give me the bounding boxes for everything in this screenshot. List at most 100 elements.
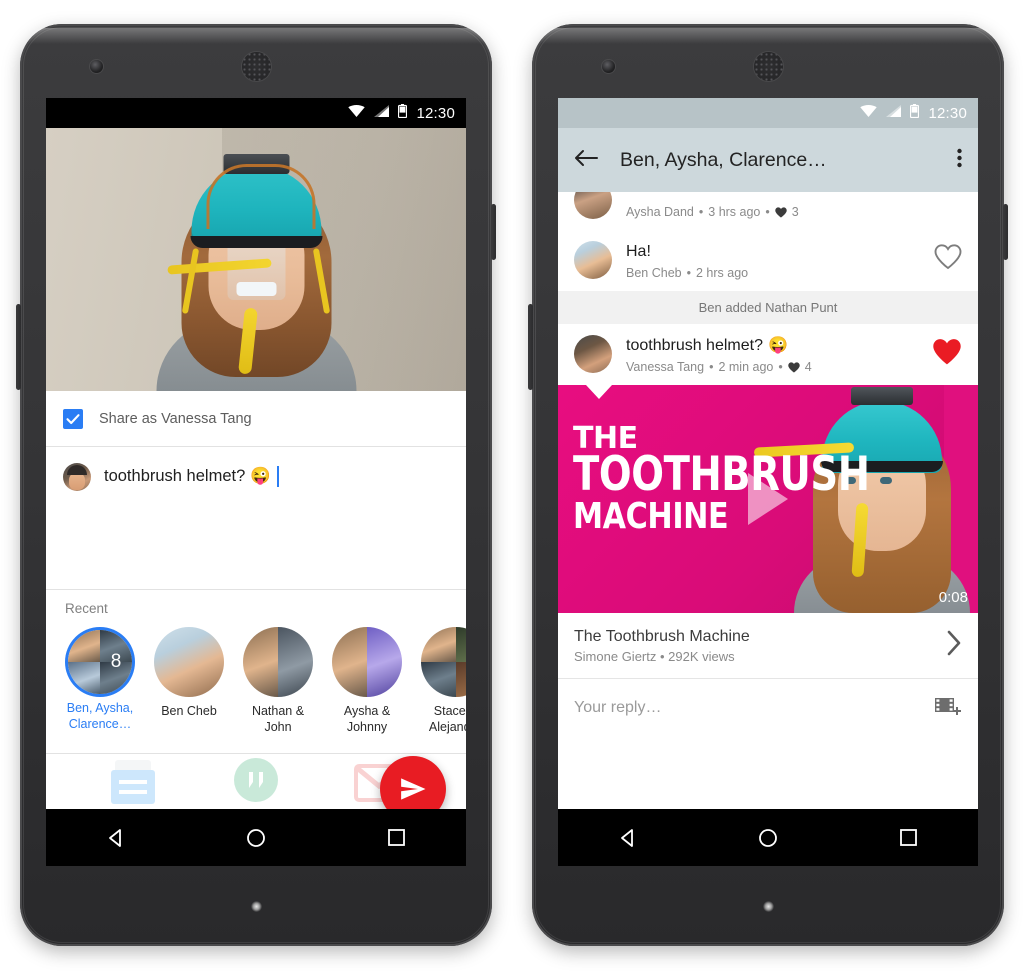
- like-count: 3: [791, 205, 799, 219]
- add-video-icon[interactable]: [934, 694, 962, 723]
- helmet-wire: [206, 164, 316, 229]
- like-count: 4: [804, 360, 812, 374]
- meta-dot: •: [698, 205, 704, 219]
- meta-dot: •: [778, 360, 783, 374]
- text-caret: [276, 465, 279, 487]
- compose-input[interactable]: toothbrush helmet? 😜: [104, 463, 279, 489]
- heart-icon: [788, 361, 800, 372]
- status-bar-right: 12:30: [558, 98, 978, 128]
- android-nav-bar-right[interactable]: [558, 809, 978, 866]
- meta-dot: •: [709, 360, 714, 374]
- phone-device-right: 12:30 Ben, Aysha, Clarence… Aysha Dand •…: [528, 24, 1008, 946]
- video-title: The Toothbrush Machine: [574, 627, 750, 645]
- message-row-highlight[interactable]: toothbrush helmet? 😜 Vanessa Tang • 2 mi…: [558, 324, 978, 385]
- video-card[interactable]: THE TOOTHBRUSH MACHINE 0:08 The Toothbru…: [558, 385, 978, 679]
- message-meta: Vanessa Tang • 2 min ago • 4: [626, 360, 918, 374]
- recent-avatar-aysha-johnny[interactable]: [332, 627, 402, 697]
- message-row[interactable]: Ha! Ben Cheb • 2 hrs ago: [558, 230, 978, 291]
- messages-icon[interactable]: [106, 754, 160, 812]
- message-avatar: [574, 335, 612, 373]
- home-icon[interactable]: [746, 816, 790, 860]
- recent-item-stacey-alejandro[interactable]: Stace… Alejand…: [421, 627, 466, 735]
- screenshot-canvas: 12:30 Share as Vanessa Tang toothbrush h…: [0, 0, 1024, 971]
- recent-avatar-group[interactable]: 8: [68, 630, 132, 694]
- front-camera-icon: [90, 60, 103, 73]
- play-icon[interactable]: [748, 473, 788, 525]
- chevron-right-icon[interactable]: [946, 630, 962, 661]
- status-bar-time: 12:30: [928, 104, 967, 122]
- recent-item-group[interactable]: 8 Ben, Aysha, Clarence…: [65, 627, 135, 732]
- thumbnail-title-line3: MACHINE: [573, 495, 729, 537]
- message-author: Ben Cheb: [626, 266, 682, 280]
- android-nav-bar-left[interactable]: [46, 809, 466, 866]
- system-message: Ben added Nathan Punt: [558, 291, 978, 324]
- recent-avatar-ben[interactable]: [154, 627, 224, 697]
- compose-area[interactable]: toothbrush helmet? 😜: [46, 447, 466, 590]
- volume-button[interactable]: [16, 304, 21, 390]
- message-time: 3 hrs ago: [708, 205, 761, 219]
- screen-right: 12:30 Ben, Aysha, Clarence… Aysha Dand •…: [558, 98, 978, 866]
- recent-item-nathan-john[interactable]: Nathan & John: [243, 627, 313, 735]
- recent-label-nathan-john: Nathan & John: [251, 704, 305, 734]
- phone-device-left: 12:30 Share as Vanessa Tang toothbrush h…: [16, 24, 496, 946]
- reply-input[interactable]: Your reply…: [574, 699, 661, 717]
- message-text: Ha!: [626, 243, 651, 260]
- thumbnail-title-line2: TOOTHBRUSH: [573, 446, 870, 502]
- video-preview-left[interactable]: [46, 128, 466, 391]
- recent-label-ben: Ben Cheb: [161, 704, 217, 718]
- compose-avatar: [63, 463, 91, 491]
- video-info-row[interactable]: The Toothbrush Machine Simone Giertz • 2…: [558, 613, 978, 679]
- message-avatar: [574, 192, 612, 219]
- message-avatar: [574, 241, 612, 279]
- message-row-cut[interactable]: Aysha Dand • 3 hrs ago • 3: [558, 192, 978, 230]
- recent-list[interactable]: 8 Ben, Aysha, Clarence… Ben Cheb Nathan …: [46, 627, 466, 735]
- send-icon: [401, 778, 426, 800]
- signal-icon: [374, 104, 390, 122]
- back-arrow-icon[interactable]: [574, 148, 598, 173]
- video-subtitle: Simone Giertz • 292K views: [574, 648, 735, 664]
- heart-icon: [775, 206, 787, 217]
- message-time: 2 hrs ago: [696, 266, 749, 280]
- more-vert-icon[interactable]: [957, 148, 962, 173]
- power-button[interactable]: [491, 204, 496, 260]
- like-button[interactable]: [934, 244, 962, 275]
- home-icon[interactable]: [234, 816, 278, 860]
- earpiece-speaker: [242, 52, 271, 81]
- recent-item-ben[interactable]: Ben Cheb: [154, 627, 224, 719]
- compose-emoji: 😜: [250, 467, 271, 485]
- front-camera-icon: [602, 60, 615, 73]
- recent-item-aysha-johnny[interactable]: Aysha & Johnny: [332, 627, 402, 735]
- recent-label-aysha-johnny: Aysha & Johnny: [343, 704, 391, 734]
- back-icon[interactable]: [94, 816, 138, 860]
- share-as-checkbox[interactable]: [63, 408, 83, 429]
- message-text: toothbrush helmet?: [626, 337, 763, 354]
- message-text-wrap: toothbrush helmet? 😜: [626, 335, 918, 357]
- recents-icon[interactable]: [374, 816, 418, 860]
- volume-button[interactable]: [528, 304, 533, 390]
- video-pointer: [586, 385, 612, 399]
- meta-dot: •: [686, 266, 691, 280]
- wifi-icon: [860, 104, 878, 122]
- share-as-row[interactable]: Share as Vanessa Tang: [46, 391, 466, 447]
- back-icon[interactable]: [606, 816, 650, 860]
- hangouts-icon[interactable]: [229, 754, 283, 812]
- recent-section: Recent 8 Ben, Aysha, Clarence… Ben Cheb …: [46, 590, 466, 754]
- like-button-active[interactable]: [932, 338, 962, 371]
- video-thumbnail[interactable]: THE TOOTHBRUSH MACHINE 0:08: [558, 385, 978, 613]
- notification-led: [763, 901, 774, 912]
- signal-icon: [886, 104, 902, 122]
- recent-avatar-nathan-john[interactable]: [243, 627, 313, 697]
- recents-icon[interactable]: [886, 816, 930, 860]
- preview-subject: [154, 154, 359, 391]
- reply-bar[interactable]: Your reply…: [558, 679, 978, 737]
- app-bar: Ben, Aysha, Clarence…: [558, 128, 978, 192]
- recent-title: Recent: [65, 601, 108, 616]
- power-button[interactable]: [1003, 204, 1008, 260]
- recent-label-group: Ben, Aysha, Clarence…: [66, 701, 134, 731]
- status-bar-time: 12:30: [416, 104, 455, 122]
- compose-text: toothbrush helmet?: [104, 467, 246, 485]
- message-author: Vanessa Tang: [626, 360, 705, 374]
- message-meta: Ben Cheb • 2 hrs ago: [626, 266, 920, 280]
- message-time: 2 min ago: [718, 360, 774, 374]
- recent-avatar-stacey-alejandro[interactable]: [421, 627, 466, 697]
